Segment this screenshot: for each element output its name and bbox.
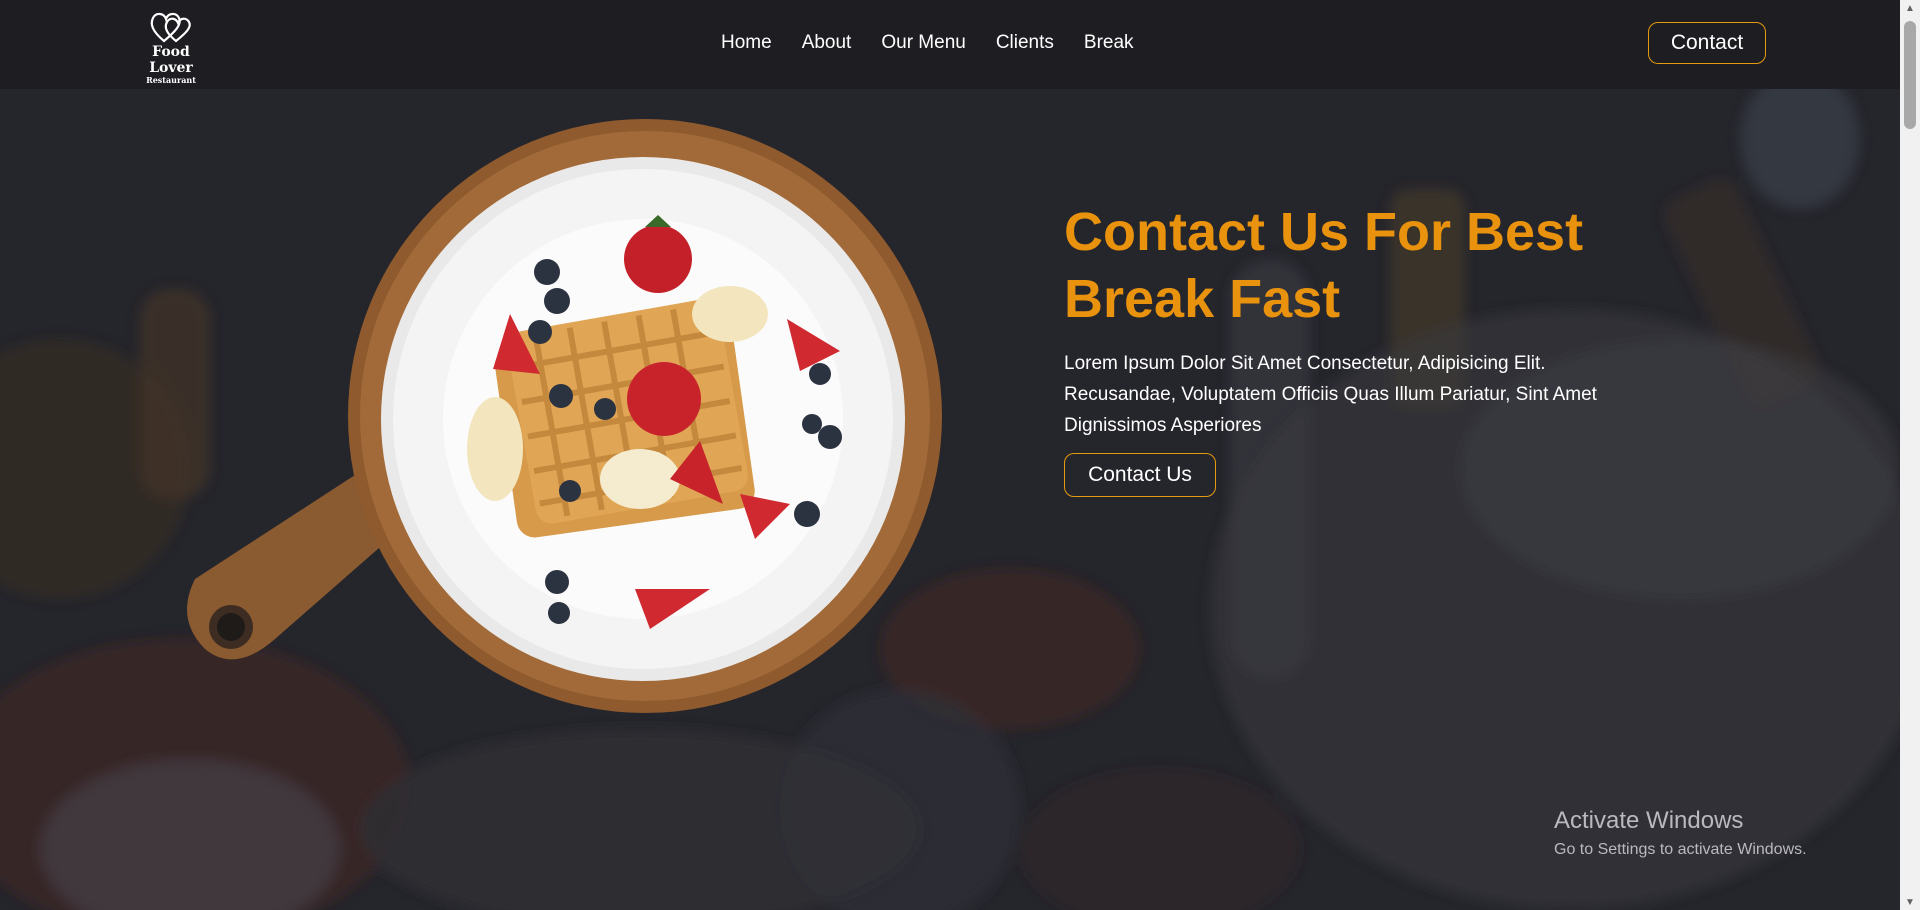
scroll-down-arrow-icon[interactable]: ▼ [1900, 894, 1920, 910]
brand-tagline: Restaurant [146, 75, 196, 85]
windows-activation-watermark: Activate Windows Go to Settings to activ… [1554, 807, 1807, 861]
hero-description: Lorem Ipsum Dolor Sit Amet Consectetur, … [1064, 353, 1597, 436]
nav-link-our-menu[interactable]: Our Menu [881, 32, 965, 54]
hero-section: Contact Us For Best Break Fast Lorem Ips… [0, 89, 1900, 910]
brand-name: Food Lover [149, 44, 193, 76]
brand-logo[interactable]: Food Lover Restaurant [128, 10, 214, 85]
scroll-up-arrow-icon[interactable]: ▲ [1900, 0, 1920, 16]
page-scrollbar[interactable]: ▲ ▼ [1900, 0, 1920, 910]
site-header: Food Lover Restaurant Home About Our Men… [0, 0, 1900, 89]
nav-link-clients[interactable]: Clients [996, 32, 1054, 54]
hero-food-image [187, 119, 942, 713]
header-contact-button[interactable]: Contact [1648, 22, 1766, 64]
hero-contact-us-button[interactable]: Contact Us [1064, 453, 1216, 497]
watermark-subtitle: Go to Settings to activate Windows. [1554, 841, 1807, 858]
watermark-title: Activate Windows [1554, 807, 1744, 834]
scrollbar-thumb[interactable] [1904, 21, 1916, 129]
nav-link-break[interactable]: Break [1084, 32, 1134, 54]
main-nav: Home About Our Menu Clients Break [721, 32, 1134, 54]
hero-content: Contact Us For Best Break Fast Lorem Ips… [1064, 199, 1644, 497]
nav-link-home[interactable]: Home [721, 32, 772, 54]
nav-link-about[interactable]: About [802, 32, 852, 54]
hero-title: Contact Us For Best Break Fast [1064, 202, 1584, 329]
double-heart-icon [150, 12, 191, 43]
